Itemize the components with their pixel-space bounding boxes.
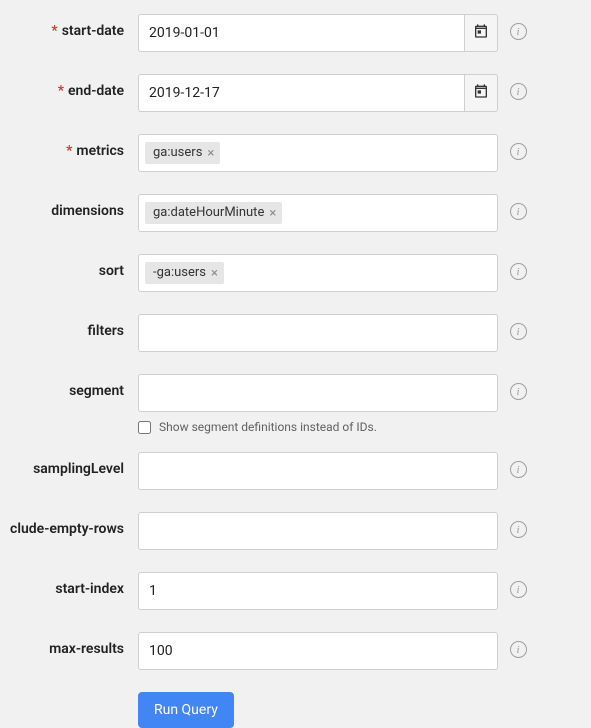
info-icon[interactable]: i <box>510 143 527 160</box>
tag-label: -ga:users <box>153 265 206 281</box>
calendar-icon <box>473 83 489 103</box>
info-icon[interactable]: i <box>510 323 527 340</box>
remove-tag-icon[interactable]: × <box>207 147 214 160</box>
info-icon[interactable]: i <box>510 581 527 598</box>
info-icon[interactable]: i <box>510 23 527 40</box>
metrics-input[interactable]: ga:users × <box>138 134 498 172</box>
info-icon[interactable]: i <box>510 203 527 220</box>
remove-tag-icon[interactable]: × <box>269 207 276 220</box>
filters-input[interactable] <box>138 314 498 352</box>
start-date-label: *start-date <box>0 14 138 39</box>
tag-label: ga:dateHourMinute <box>153 205 264 221</box>
metrics-label: *metrics <box>0 134 138 159</box>
info-icon[interactable]: i <box>510 641 527 658</box>
dimensions-label: dimensions <box>0 194 138 219</box>
required-asterisk: * <box>51 23 57 39</box>
start-date-input[interactable] <box>138 14 464 52</box>
segment-definitions-checkbox-label: Show segment definitions instead of IDs. <box>159 420 377 434</box>
end-date-input[interactable] <box>138 74 464 112</box>
info-icon[interactable]: i <box>510 83 527 100</box>
required-asterisk: * <box>66 143 72 159</box>
start-index-input[interactable] <box>138 572 498 610</box>
end-date-picker-button[interactable] <box>464 74 498 112</box>
segment-input[interactable] <box>138 374 498 412</box>
info-icon[interactable]: i <box>510 461 527 478</box>
sort-tag: -ga:users × <box>145 262 224 284</box>
end-date-label: *end-date <box>0 74 138 99</box>
calendar-icon <box>473 23 489 43</box>
sort-label: sort <box>0 254 138 279</box>
start-index-label: start-index <box>0 572 138 597</box>
max-results-input[interactable] <box>138 632 498 670</box>
dimensions-input[interactable]: ga:dateHourMinute × <box>138 194 498 232</box>
remove-tag-icon[interactable]: × <box>211 267 218 280</box>
start-date-picker-button[interactable] <box>464 14 498 52</box>
max-results-label: max-results <box>0 632 138 657</box>
tag-label: ga:users <box>153 145 202 161</box>
filters-label: filters <box>0 314 138 339</box>
dimensions-tag: ga:dateHourMinute × <box>145 202 282 224</box>
required-asterisk: * <box>58 83 64 99</box>
info-icon[interactable]: i <box>510 263 527 280</box>
segment-label: segment <box>0 374 138 399</box>
info-icon[interactable]: i <box>510 521 527 538</box>
metrics-tag: ga:users × <box>145 142 220 164</box>
include-empty-rows-input[interactable] <box>138 512 498 550</box>
run-query-button[interactable]: Run Query <box>138 692 234 728</box>
sampling-level-input[interactable] <box>138 452 498 490</box>
sort-input[interactable]: -ga:users × <box>138 254 498 292</box>
include-empty-rows-label: clude-empty-rows <box>0 512 138 537</box>
info-icon[interactable]: i <box>510 383 527 400</box>
segment-definitions-checkbox[interactable] <box>138 421 151 434</box>
sampling-level-label: samplingLevel <box>0 452 138 477</box>
